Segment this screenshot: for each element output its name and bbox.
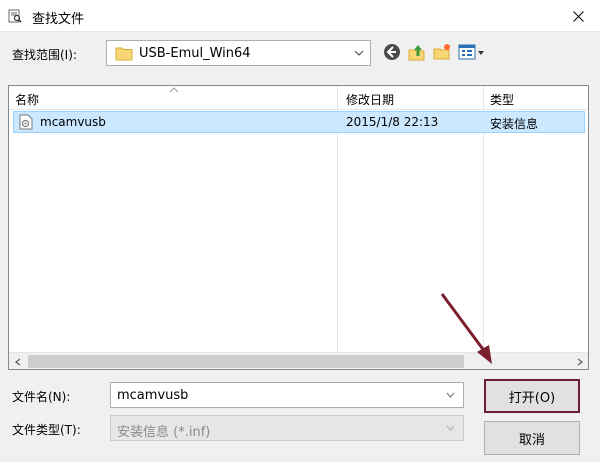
close-icon <box>572 10 584 22</box>
chevron-down-icon <box>446 425 455 431</box>
filename-value: mcamvusb <box>117 388 189 403</box>
view-menu-icon[interactable] <box>457 42 487 62</box>
back-icon[interactable] <box>382 42 402 62</box>
table-row[interactable]: mcamvusb 2015/1/8 22:13 安装信息 <box>13 111 585 133</box>
scroll-thumb[interactable] <box>28 355 464 368</box>
open-button[interactable]: 打开(O) <box>484 379 580 413</box>
column-header-modified[interactable]: 修改日期 <box>346 91 394 108</box>
horizontal-scrollbar[interactable] <box>9 352 588 369</box>
filetype-label: 文件类型(T): <box>12 423 81 437</box>
chevron-down-icon <box>446 392 455 398</box>
inf-file-icon <box>19 114 33 130</box>
look-in-label: 查找范围(I): <box>12 48 77 62</box>
filename-label: 文件名(N): <box>12 390 71 404</box>
list-header: 名称 修改日期 类型 <box>9 86 588 110</box>
up-folder-icon[interactable] <box>407 42 427 62</box>
file-modified-cell: 2015/1/8 22:13 <box>346 115 439 129</box>
file-name-cell: mcamvusb <box>40 115 106 129</box>
search-file-icon <box>8 9 22 23</box>
column-header-name[interactable]: 名称 <box>15 91 39 108</box>
close-button[interactable] <box>556 0 600 32</box>
filetype-combo: 安装信息 (*.inf) <box>110 415 464 441</box>
look-in-value: USB-Emul_Win64 <box>139 46 251 61</box>
chevron-down-icon <box>354 50 364 56</box>
chevron-right-icon <box>577 357 583 366</box>
cancel-button[interactable]: 取消 <box>484 421 580 455</box>
scroll-left-button[interactable] <box>9 353 26 370</box>
filename-combo[interactable]: mcamvusb <box>110 382 464 408</box>
sort-caret-icon <box>169 87 179 93</box>
look-in-combo[interactable]: USB-Emul_Win64 <box>106 40 371 66</box>
file-list[interactable]: 名称 修改日期 类型 mcamvusb 2015/1/8 22:13 安装信息 <box>8 85 589 370</box>
filetype-value: 安装信息 (*.inf) <box>117 425 211 440</box>
scroll-right-button[interactable] <box>571 353 588 370</box>
new-folder-icon[interactable] <box>432 42 452 62</box>
window-title: 查找文件 <box>32 12 85 27</box>
column-header-type[interactable]: 类型 <box>490 91 514 108</box>
chevron-left-icon <box>14 357 20 366</box>
folder-icon <box>115 47 133 61</box>
title-bar: 查找文件 <box>0 0 600 32</box>
file-type-cell: 安装信息 <box>490 117 539 131</box>
